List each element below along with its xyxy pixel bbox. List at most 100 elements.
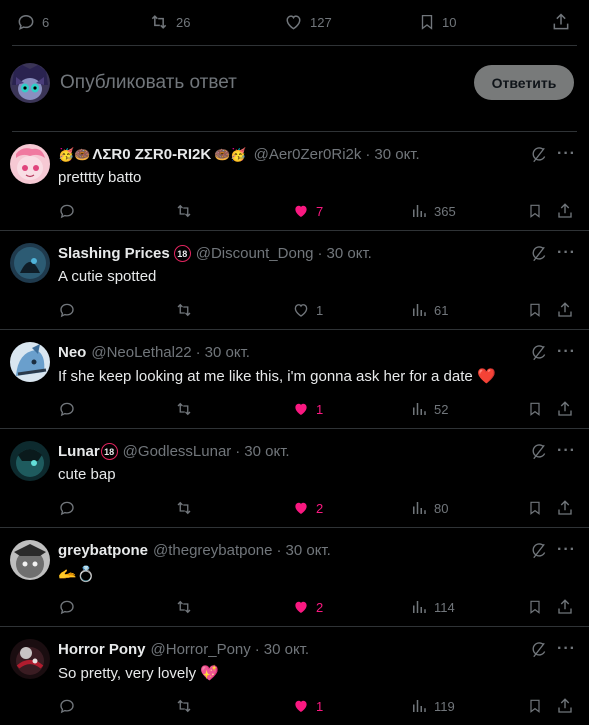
reply-count-button[interactable]: 6 xyxy=(16,12,49,32)
views-button[interactable]: 114 xyxy=(410,598,455,616)
reply-tweet[interactable]: Slashing Prices 18 @Discount_Dong · 30 о… xyxy=(0,231,589,329)
reply-tweet[interactable]: greybatpone @thegreybatpone · 30 окт. 🫴💍… xyxy=(0,528,589,626)
tweet-date[interactable]: 30 окт. xyxy=(327,245,372,262)
repost-button[interactable] xyxy=(174,301,194,319)
reply-button[interactable]: Ответить xyxy=(474,65,574,100)
display-name[interactable]: greybatpone xyxy=(58,542,148,559)
avatar[interactable] xyxy=(10,540,50,580)
reply-button[interactable] xyxy=(58,400,76,418)
share-button[interactable] xyxy=(556,400,574,418)
reply-tweet[interactable]: Neo @NeoLethal22 · 30 окт. If she keep l… xyxy=(0,330,589,428)
age-18-badge: 18 xyxy=(100,443,118,460)
share-button[interactable] xyxy=(556,301,574,319)
like-count: 2 xyxy=(316,500,324,516)
repost-button[interactable] xyxy=(174,598,194,616)
bookmark-button[interactable] xyxy=(527,499,543,517)
repost-count: 26 xyxy=(176,14,191,30)
repost-count-button[interactable]: 26 xyxy=(148,12,190,32)
reply-button[interactable] xyxy=(58,598,76,616)
grok-icon[interactable] xyxy=(530,344,548,362)
like-button[interactable]: 7 xyxy=(292,202,323,220)
display-name[interactable]: Slashing Prices xyxy=(58,245,170,262)
grok-icon[interactable] xyxy=(530,641,548,659)
bookmark-button[interactable] xyxy=(527,301,543,319)
reply-button[interactable] xyxy=(58,301,76,319)
reply-button[interactable] xyxy=(58,697,76,715)
like-button[interactable]: 2 xyxy=(292,499,323,517)
reply-input[interactable]: Опубликовать ответ xyxy=(60,72,237,94)
repost-icon xyxy=(174,301,194,319)
reply-count: 6 xyxy=(42,14,50,30)
avatar[interactable] xyxy=(10,144,50,184)
views-button[interactable]: 61 xyxy=(410,301,448,319)
grok-icon[interactable] xyxy=(530,245,548,263)
user-handle[interactable]: @NeoLethal22 xyxy=(91,344,191,361)
like-button[interactable]: 1 xyxy=(292,697,323,715)
reply-tweet[interactable]: 🥳🍩 ΛΣR0 ZΣR0-RI2K 🍩🥳 @Aer0Zer0Ri2k · 30 … xyxy=(0,132,589,230)
more-options-icon[interactable]: ··· xyxy=(557,343,576,361)
like-button[interactable]: 1 xyxy=(292,400,323,418)
like-button[interactable]: 2 xyxy=(292,598,323,616)
name-emoji-prefix: 🥳🍩 xyxy=(58,146,91,162)
avatar[interactable] xyxy=(10,342,50,382)
more-options-icon[interactable]: ··· xyxy=(557,640,576,658)
like-count-button[interactable]: 127 xyxy=(283,12,332,32)
tweet-date[interactable]: 30 окт. xyxy=(374,146,419,163)
display-name[interactable]: ΛΣR0 ZΣR0-RI2K xyxy=(92,146,211,163)
user-handle[interactable]: @Discount_Dong xyxy=(196,245,314,262)
user-handle[interactable]: @Aer0Zer0Ri2k xyxy=(254,146,362,163)
more-options-icon[interactable]: ··· xyxy=(557,541,576,559)
reply-tweet[interactable]: Lunar 18 @GodlessLunar · 30 окт. cute ba… xyxy=(0,429,589,527)
views-button[interactable]: 52 xyxy=(410,400,448,418)
views-button[interactable]: 119 xyxy=(410,697,455,715)
bookmark-count-button[interactable]: 10 xyxy=(418,12,456,32)
share-icon xyxy=(556,598,574,616)
share-button[interactable] xyxy=(556,202,574,220)
heart-filled-icon xyxy=(292,400,310,418)
grok-icon[interactable] xyxy=(530,146,548,164)
tweet-header: Lunar 18 @GodlessLunar · 30 окт. xyxy=(58,443,290,460)
share-button[interactable] xyxy=(556,499,574,517)
display-name[interactable]: Lunar xyxy=(58,443,100,460)
tweet-date[interactable]: 30 окт. xyxy=(205,344,250,361)
display-name[interactable]: Horror Pony xyxy=(58,641,146,658)
reply-button[interactable] xyxy=(58,202,76,220)
view-count: 365 xyxy=(434,203,456,219)
avatar[interactable] xyxy=(10,639,50,679)
repost-icon xyxy=(148,12,170,32)
user-handle[interactable]: @Horror_Pony xyxy=(151,641,251,658)
repost-button[interactable] xyxy=(174,697,194,715)
user-handle[interactable]: @thegreybatpone xyxy=(153,542,272,559)
share-button[interactable] xyxy=(556,598,574,616)
like-button[interactable]: 1 xyxy=(292,301,323,319)
grok-icon[interactable] xyxy=(530,542,548,560)
bookmark-button[interactable] xyxy=(527,598,543,616)
avatar[interactable] xyxy=(10,243,50,283)
tweet-date[interactable]: 30 окт. xyxy=(244,443,289,460)
bookmark-icon xyxy=(527,598,543,616)
repost-button[interactable] xyxy=(174,202,194,220)
repost-button[interactable] xyxy=(174,499,194,517)
user-handle[interactable]: @GodlessLunar xyxy=(123,443,232,460)
views-button[interactable]: 80 xyxy=(410,499,448,517)
more-options-icon[interactable]: ··· xyxy=(557,145,576,163)
more-options-icon[interactable]: ··· xyxy=(557,442,576,460)
bookmark-button[interactable] xyxy=(527,697,543,715)
tweet-date[interactable]: 30 окт. xyxy=(286,542,331,559)
more-options-icon[interactable]: ··· xyxy=(557,244,576,262)
reply-tweet[interactable]: Horror Pony @Horror_Pony · 30 окт. So pr… xyxy=(0,627,589,725)
avatar[interactable] xyxy=(10,441,50,481)
grok-icon[interactable] xyxy=(530,443,548,461)
share-button[interactable] xyxy=(551,12,571,32)
share-button[interactable] xyxy=(556,697,574,715)
bookmark-button[interactable] xyxy=(527,202,543,220)
views-button[interactable]: 365 xyxy=(410,202,456,220)
display-name[interactable]: Neo xyxy=(58,344,86,361)
reply-button[interactable] xyxy=(58,499,76,517)
repost-button[interactable] xyxy=(174,400,194,418)
separator-dot: · xyxy=(276,542,282,559)
tweet-date[interactable]: 30 окт. xyxy=(264,641,309,658)
share-icon xyxy=(556,400,574,418)
bookmark-button[interactable] xyxy=(527,400,543,418)
repost-icon xyxy=(174,499,194,517)
